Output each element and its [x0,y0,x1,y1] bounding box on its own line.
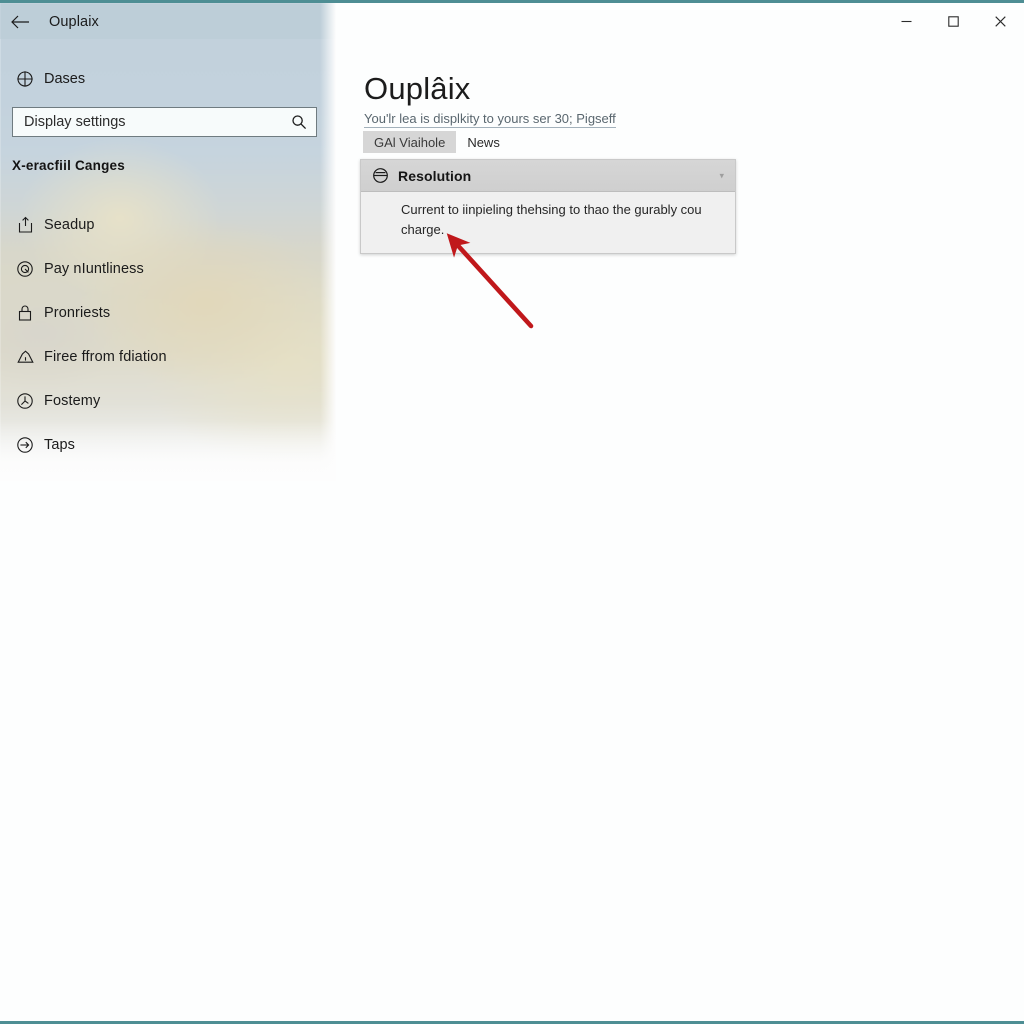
minimize-button[interactable] [883,3,930,39]
search-icon[interactable] [282,108,316,136]
cloud-upload-icon [6,349,44,365]
sidebar-item-pay-nIuntliness[interactable]: Pay nIuntliness [0,247,336,291]
tab-gal-viaihole[interactable]: GAl Viaihole [363,131,457,153]
nav-title: Ouplaix [49,14,99,30]
sidebar-item-home-label: Dases [44,71,86,87]
page-title: Ouplâix [364,71,471,106]
resolution-card-header[interactable]: Resolution ▾ [361,160,735,192]
maximize-button[interactable] [930,3,977,39]
sidebar-item-seadup[interactable]: Seadup [0,203,336,247]
sidebar-item-firee-ffrom-fdiation[interactable]: Firee ffrom fdiation [0,335,336,379]
sidebar-item-fostemy[interactable]: Fostemy [0,379,336,423]
search-input[interactable] [13,108,282,136]
sidebar-item-label: Pronriests [44,305,111,321]
close-button[interactable] [977,3,1024,39]
back-arrow-icon[interactable] [6,9,34,35]
nav-header: Ouplaix [6,9,99,35]
arrow-circle-icon [6,436,44,454]
window-controls [883,3,1024,39]
sidebar-item-home[interactable]: Dases [6,65,326,93]
resolution-card-body: Current to iinpieling thehsing to thao t… [401,202,702,237]
resolution-disc-icon [372,167,398,184]
sidebar-item-label: Pay nIuntliness [44,261,144,277]
resolution-card: Resolution ▾ Current to iinpieling thehs… [360,159,736,254]
sidebar-nav-list: Seadup Pay nIuntliness Pronriests Firee … [0,203,336,467]
sidebar-item-label: Taps [44,437,76,453]
home-target-icon [6,70,44,88]
history-clock-icon [6,392,44,410]
sidebar-item-label: Fostemy [44,393,101,409]
tab-strip: GAl Viaihole News [363,131,511,153]
resolution-card-title: Resolution [398,167,472,184]
search-box[interactable] [12,107,317,137]
sidebar-item-label: Firee ffrom fdiation [44,349,167,365]
clock-circle-icon [6,260,44,278]
sidebar-item-pronriests[interactable]: Pronriests [0,291,336,335]
main-content: Ouplâix You'lr lea is displkity to yours… [336,3,1024,1021]
page-subtitle-link[interactable]: You'lr lea is displkity to yours ser 30;… [364,111,616,128]
navigation-pane: Ouplaix Dases Display settings X-eracfii… [0,3,336,481]
upload-box-icon [6,216,44,234]
sidebar-item-taps[interactable]: Taps [0,423,336,467]
chevron-down-icon[interactable]: ▾ [719,170,724,181]
tab-news[interactable]: News [456,131,511,153]
sidebar-group-title: X-eracfiil Canges [12,158,125,173]
app-window: Ouplaix Dases Display settings X-eracfii… [0,0,1024,1024]
sidebar-item-label: Seadup [44,217,95,233]
lock-icon [6,304,44,322]
